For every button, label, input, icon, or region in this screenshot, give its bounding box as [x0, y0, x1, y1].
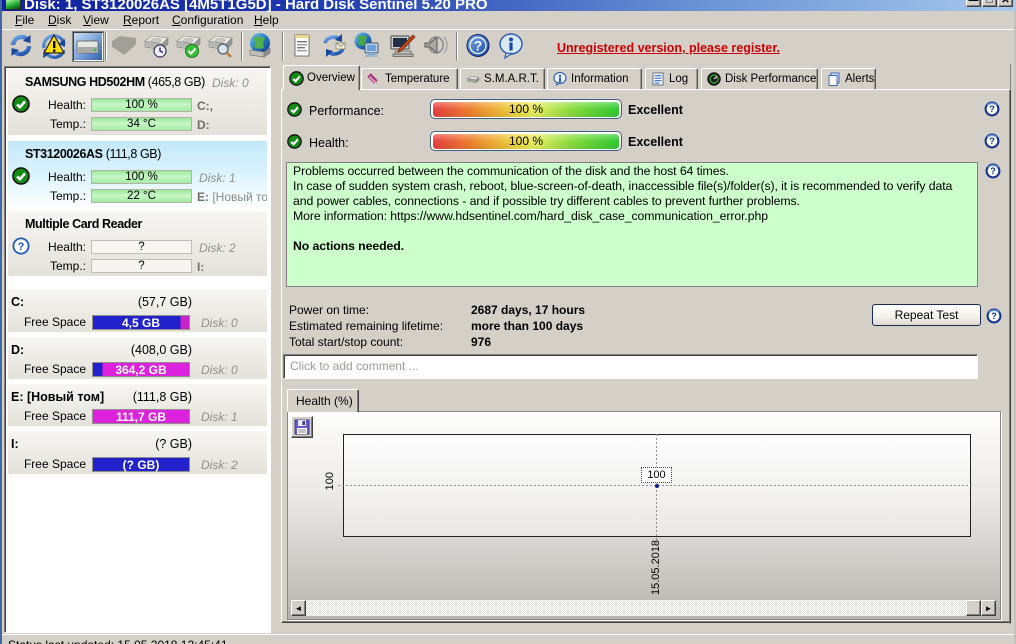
svg-text:?: ? — [989, 136, 995, 146]
svg-text:?: ? — [990, 166, 996, 176]
svg-text:?: ? — [474, 38, 483, 54]
svg-text:?: ? — [989, 104, 995, 114]
svg-text:?: ? — [991, 311, 997, 321]
